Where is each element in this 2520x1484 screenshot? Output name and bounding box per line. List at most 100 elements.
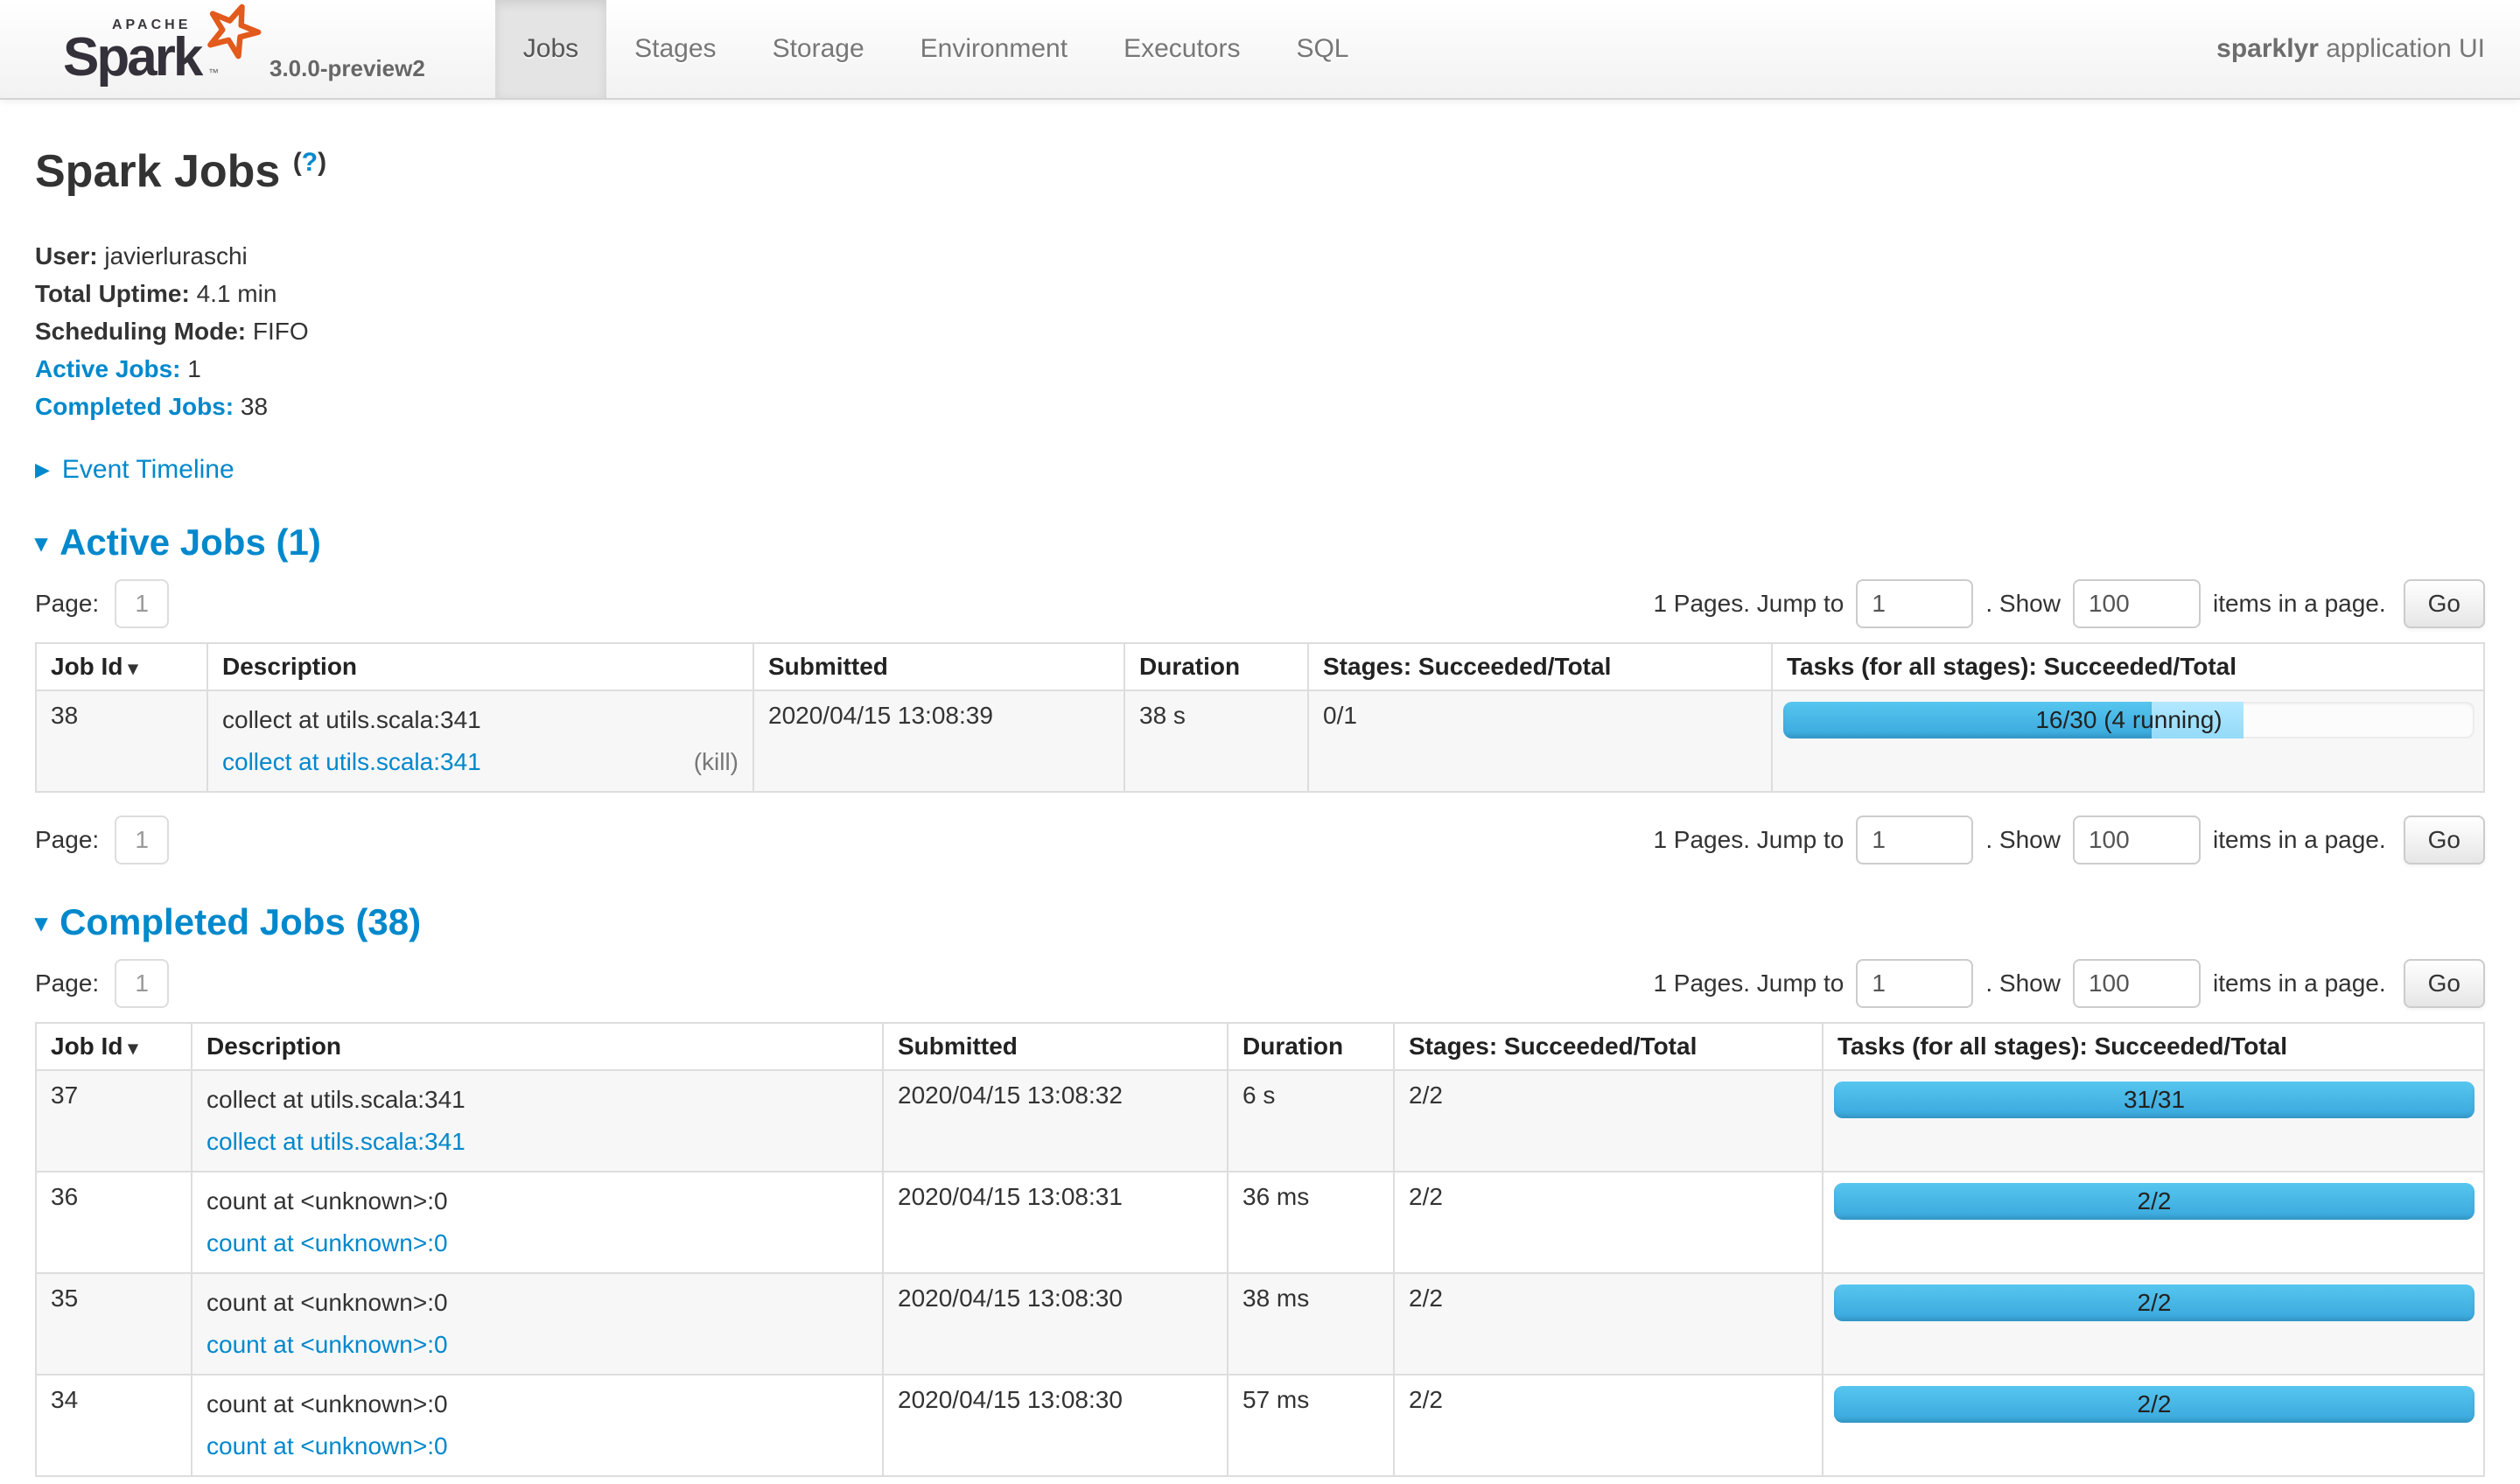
col-header-submitted[interactable]: Submitted: [883, 1023, 1228, 1070]
page-content: Spark Jobs (?) User: javierluraschi Tota…: [0, 147, 2520, 1484]
description-text: count at <unknown>:0: [206, 1183, 868, 1220]
progress-label: 2/2: [1834, 1386, 2474, 1423]
col-header-duration[interactable]: Duration: [1124, 643, 1308, 690]
tasks-cell: 2/2: [1823, 1172, 2484, 1273]
tab-environment[interactable]: Environment: [892, 0, 1096, 98]
stages-cell: 2/2: [1394, 1273, 1823, 1375]
page-title: Spark Jobs (?): [35, 147, 2485, 197]
spark-logo-graphic: APACHE Spark ™: [63, 9, 245, 89]
description-link[interactable]: count at <unknown>:0: [206, 1331, 448, 1358]
description-text: count at <unknown>:0: [206, 1386, 868, 1423]
col-header-job-id-text: Job Id: [51, 653, 122, 680]
job-id-cell: 36: [36, 1172, 192, 1273]
spark-logo[interactable]: APACHE Spark ™ 3.0.0-preview2: [0, 0, 425, 98]
pages-jump-text: 1 Pages. Jump to: [1653, 970, 1844, 998]
active-job-row: 38 collect at utils.scala:341 (kill) col…: [36, 690, 2484, 792]
tab-sql-link[interactable]: SQL: [1268, 0, 1376, 98]
submitted-cell: 2020/04/15 13:08:30: [883, 1273, 1228, 1375]
tab-sql[interactable]: SQL: [1268, 0, 1376, 98]
tab-jobs[interactable]: Jobs: [495, 0, 606, 98]
col-header-job-id[interactable]: Job Id▾: [36, 643, 207, 690]
col-header-description[interactable]: Description: [207, 643, 753, 690]
event-timeline-toggle[interactable]: ▶ Event Timeline: [35, 455, 234, 485]
progress-label: 2/2: [1834, 1284, 2474, 1321]
spark-wordmark: Spark: [63, 26, 200, 88]
completed-job-row: 36 count at <unknown>:0 count at <unknow…: [36, 1172, 2484, 1273]
col-header-description[interactable]: Description: [192, 1023, 883, 1070]
tab-stages-link[interactable]: Stages: [606, 0, 744, 98]
spark-star-icon: [205, 2, 261, 64]
summary-completed-jobs-value: 38: [241, 393, 268, 420]
description-cell: count at <unknown>:0 count at <unknown>:…: [192, 1375, 883, 1476]
tab-jobs-link[interactable]: Jobs: [495, 0, 606, 98]
tab-environment-link[interactable]: Environment: [892, 0, 1096, 98]
jump-to-page-input[interactable]: [1856, 959, 1973, 1008]
page-number-button[interactable]: 1: [115, 816, 169, 864]
tab-storage[interactable]: Storage: [745, 0, 892, 98]
active-jobs-heading-text: Active Jobs (1): [60, 522, 321, 564]
col-header-submitted[interactable]: Submitted: [753, 643, 1124, 690]
items-per-page-input[interactable]: [2073, 816, 2201, 864]
summary-active-jobs-link[interactable]: Active Jobs:: [35, 355, 181, 382]
completed-jobs-heading-text: Completed Jobs (38): [60, 901, 421, 943]
duration-cell: 38 s: [1124, 690, 1308, 792]
job-id-cell: 38: [36, 690, 207, 792]
jump-to-page-input[interactable]: [1856, 816, 1973, 864]
description-text: collect at utils.scala:341: [206, 1082, 868, 1118]
help-link[interactable]: ?: [302, 148, 318, 177]
show-text: . Show: [1985, 970, 2061, 998]
summary-active-jobs: Active Jobs: 1: [35, 350, 2485, 388]
col-header-stages[interactable]: Stages: Succeeded/Total: [1394, 1023, 1823, 1070]
summary-completed-jobs-link[interactable]: Completed Jobs:: [35, 393, 234, 420]
tab-executors[interactable]: Executors: [1096, 0, 1268, 98]
collapse-arrow-icon: ▾: [35, 908, 47, 937]
items-per-page-text: items in a page.: [2213, 970, 2386, 998]
col-header-tasks[interactable]: Tasks (for all stages): Succeeded/Total: [1823, 1023, 2484, 1070]
col-header-stages[interactable]: Stages: Succeeded/Total: [1308, 643, 1772, 690]
job-id-cell: 34: [36, 1375, 192, 1476]
kill-job-link[interactable]: (kill): [694, 744, 738, 780]
active-jobs-heading[interactable]: ▾ Active Jobs (1): [35, 522, 2485, 564]
items-per-page-input[interactable]: [2073, 579, 2201, 628]
description-link[interactable]: count at <unknown>:0: [206, 1432, 448, 1460]
summary-completed-jobs: Completed Jobs: 38: [35, 388, 2485, 425]
help-paren-open: (: [293, 148, 302, 177]
application-name: sparklyr application UI: [2216, 0, 2485, 98]
summary-uptime: Total Uptime: 4.1 min: [35, 275, 2485, 312]
col-header-tasks[interactable]: Tasks (for all stages): Succeeded/Total: [1772, 643, 2484, 690]
tab-executors-link[interactable]: Executors: [1096, 0, 1268, 98]
jump-to-page-input[interactable]: [1856, 579, 1973, 628]
tasks-progress-bar: 2/2: [1834, 1284, 2474, 1321]
summary-scheduling-label: Scheduling Mode:: [35, 318, 246, 345]
completed-jobs-heading[interactable]: ▾ Completed Jobs (38): [35, 901, 2485, 943]
table-header-row: Job Id▾ Description Submitted Duration S…: [36, 1023, 2484, 1070]
page-label: Page:: [35, 970, 99, 998]
tasks-progress-bar: 31/31: [1834, 1082, 2474, 1118]
job-summary-list: User: javierluraschi Total Uptime: 4.1 m…: [35, 237, 2485, 425]
navbar: APACHE Spark ™ 3.0.0-preview2 Jobs Stage…: [0, 0, 2520, 100]
go-button[interactable]: Go: [2404, 579, 2485, 628]
submitted-cell: 2020/04/15 13:08:32: [883, 1070, 1228, 1172]
description-link[interactable]: collect at utils.scala:341: [206, 1128, 466, 1155]
col-header-job-id[interactable]: Job Id▾: [36, 1023, 192, 1070]
tasks-cell: 2/2: [1823, 1273, 2484, 1375]
trademark-mark: ™: [208, 66, 219, 79]
go-button[interactable]: Go: [2404, 816, 2485, 864]
description-link[interactable]: collect at utils.scala:341: [222, 748, 481, 775]
completed-jobs-pagination: Page: 1 1 Pages. Jump to . Show items in…: [35, 959, 2485, 1008]
summary-scheduling-mode: Scheduling Mode: FIFO: [35, 312, 2485, 350]
col-header-duration[interactable]: Duration: [1228, 1023, 1394, 1070]
description-text: count at <unknown>:0: [206, 1284, 868, 1321]
tasks-cell: 16/30 (4 running): [1772, 690, 2484, 792]
page-number-button[interactable]: 1: [115, 579, 169, 628]
page-number-button[interactable]: 1: [115, 959, 169, 1008]
go-button[interactable]: Go: [2404, 959, 2485, 1008]
tasks-cell: 31/31: [1823, 1070, 2484, 1172]
tab-stages[interactable]: Stages: [606, 0, 744, 98]
items-per-page-input[interactable]: [2073, 959, 2201, 1008]
summary-active-jobs-value: 1: [187, 355, 201, 382]
tab-storage-link[interactable]: Storage: [745, 0, 892, 98]
sort-desc-icon: ▾: [128, 1037, 137, 1059]
description-link[interactable]: count at <unknown>:0: [206, 1229, 448, 1256]
progress-label: 16/30 (4 running): [1783, 702, 2474, 738]
